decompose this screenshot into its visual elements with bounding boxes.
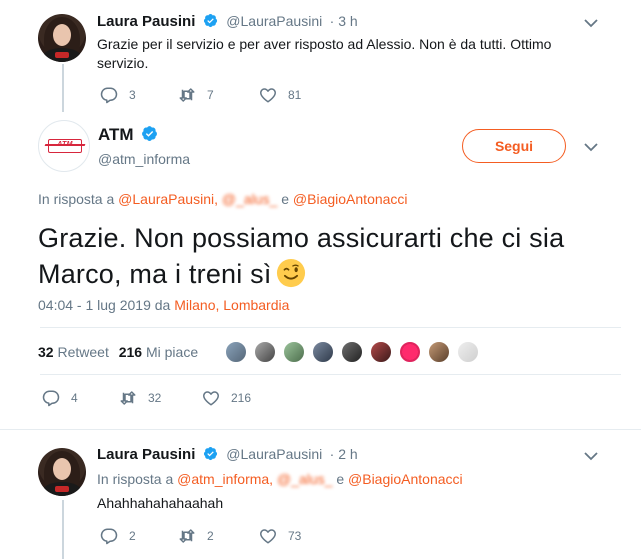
retweet-count: 7 bbox=[207, 88, 214, 102]
retweet-button[interactable]: 32 bbox=[119, 389, 161, 407]
mention-link[interactable]: @_alus_ bbox=[277, 471, 332, 487]
like-icon bbox=[203, 391, 219, 406]
retweet-count: 32 bbox=[148, 391, 162, 405]
tweet3-header: Laura Pausini @LauraPausini · 2 h bbox=[97, 446, 358, 464]
tweet1-text: Grazie per il servizio e per aver rispos… bbox=[97, 36, 552, 71]
avatar-laura-pausini[interactable] bbox=[38, 14, 86, 62]
like-icon bbox=[260, 88, 276, 103]
liker-avatar[interactable] bbox=[370, 341, 392, 363]
reply-icon bbox=[100, 87, 118, 104]
main-tweet-author-name[interactable]: ATM bbox=[98, 125, 134, 144]
engagement-stats: 32 Retweet 216 Mi piace bbox=[38, 344, 198, 360]
tweet1-handle[interactable]: @LauraPausini bbox=[226, 13, 322, 29]
main-tweet-metadata: 04:04 - 1 lug 2019 da Milano, Lombardia bbox=[38, 297, 289, 313]
divider bbox=[0, 429, 641, 430]
location-link[interactable]: Milano, Lombardia bbox=[174, 297, 289, 313]
mention-link[interactable]: @LauraPausini, bbox=[118, 191, 218, 207]
retweet-stat-count[interactable]: 32 bbox=[38, 344, 54, 360]
atm-logo: ATM bbox=[48, 139, 82, 153]
retweet-stat-label[interactable]: Retweet bbox=[57, 344, 108, 360]
retweet-icon bbox=[179, 529, 195, 543]
divider bbox=[40, 327, 621, 328]
verified-badge-icon bbox=[203, 446, 217, 461]
main-tweet-reply-context: In risposta a @LauraPausini, @_alus_ e @… bbox=[38, 191, 408, 207]
main-tweet-text: Grazie. Non possiamo assicurarti che ci … bbox=[38, 223, 565, 289]
retweet-icon bbox=[120, 391, 136, 405]
retweet-button[interactable]: 2 bbox=[178, 527, 214, 545]
thread-connector-bottom bbox=[62, 500, 64, 559]
tweet3-handle[interactable]: @LauraPausini bbox=[226, 446, 322, 462]
avatar-atm[interactable]: ATM bbox=[38, 120, 90, 172]
like-count: 216 bbox=[231, 391, 252, 405]
reply-icon bbox=[42, 390, 60, 407]
liker-avatar[interactable] bbox=[283, 341, 305, 363]
liker-avatar[interactable] bbox=[457, 341, 479, 363]
avatar-laura-pausini[interactable] bbox=[38, 448, 86, 496]
like-button[interactable]: 216 bbox=[202, 389, 251, 407]
mention-link[interactable]: @atm_informa, bbox=[177, 471, 273, 487]
liker-avatar[interactable] bbox=[225, 341, 247, 363]
tweet1-header: Laura Pausini @LauraPausini · 3 h bbox=[97, 13, 358, 31]
reply-count: 2 bbox=[129, 529, 136, 543]
retweet-button[interactable]: 7 bbox=[178, 86, 214, 104]
main-tweet-handle[interactable]: @atm_informa bbox=[98, 151, 190, 167]
verified-badge-icon bbox=[142, 126, 157, 141]
divider bbox=[40, 374, 621, 375]
like-button[interactable]: 73 bbox=[259, 527, 301, 545]
like-icon bbox=[260, 529, 276, 544]
reply-icon bbox=[100, 528, 118, 545]
chevron-down-icon[interactable] bbox=[584, 452, 598, 461]
mention-link[interactable]: @BiagioAntonacci bbox=[293, 191, 408, 207]
tweet3-author-name[interactable]: Laura Pausini bbox=[97, 446, 195, 463]
reply-count: 4 bbox=[71, 391, 78, 405]
mention-link[interactable]: @BiagioAntonacci bbox=[348, 471, 463, 487]
tweet3-time[interactable]: · 2 h bbox=[330, 446, 358, 462]
reply-button[interactable]: 2 bbox=[100, 527, 136, 545]
liker-avatar[interactable] bbox=[254, 341, 276, 363]
reply-count: 3 bbox=[129, 88, 136, 102]
mention-link[interactable]: @_alus_ bbox=[222, 191, 277, 207]
tweet3-text: Ahahhahahahaahah bbox=[97, 495, 224, 511]
thread-connector-top bbox=[62, 64, 64, 112]
chevron-down-icon[interactable] bbox=[584, 19, 598, 28]
retweet-count: 2 bbox=[207, 529, 214, 543]
like-count: 81 bbox=[288, 88, 302, 102]
reply-button[interactable]: 4 bbox=[42, 389, 78, 407]
tweet1-author-name[interactable]: Laura Pausini bbox=[97, 13, 195, 30]
like-stat-count[interactable]: 216 bbox=[119, 344, 142, 360]
follow-button[interactable]: Segui bbox=[462, 129, 566, 163]
like-count: 73 bbox=[288, 529, 302, 543]
liker-avatars bbox=[225, 341, 486, 363]
main-tweet-name-row: ATM bbox=[98, 125, 158, 145]
tweet3-reply-context: In risposta a @atm_informa, @_alus_ e @B… bbox=[97, 471, 463, 487]
liker-avatar[interactable] bbox=[341, 341, 363, 363]
like-button[interactable]: 81 bbox=[259, 86, 301, 104]
liker-avatar[interactable] bbox=[399, 341, 421, 363]
like-stat-label[interactable]: Mi piace bbox=[146, 344, 198, 360]
reply-button[interactable]: 3 bbox=[100, 86, 136, 104]
chevron-down-icon[interactable] bbox=[584, 143, 598, 152]
verified-badge-icon bbox=[203, 13, 217, 28]
main-tweet-datetime[interactable]: 04:04 - 1 lug 2019 da bbox=[38, 297, 170, 313]
liker-avatar[interactable] bbox=[312, 341, 334, 363]
liker-avatar[interactable] bbox=[428, 341, 450, 363]
wink-emoji-icon bbox=[276, 258, 305, 288]
tweet1-time[interactable]: · 3 h bbox=[330, 13, 358, 29]
retweet-icon bbox=[179, 88, 195, 102]
